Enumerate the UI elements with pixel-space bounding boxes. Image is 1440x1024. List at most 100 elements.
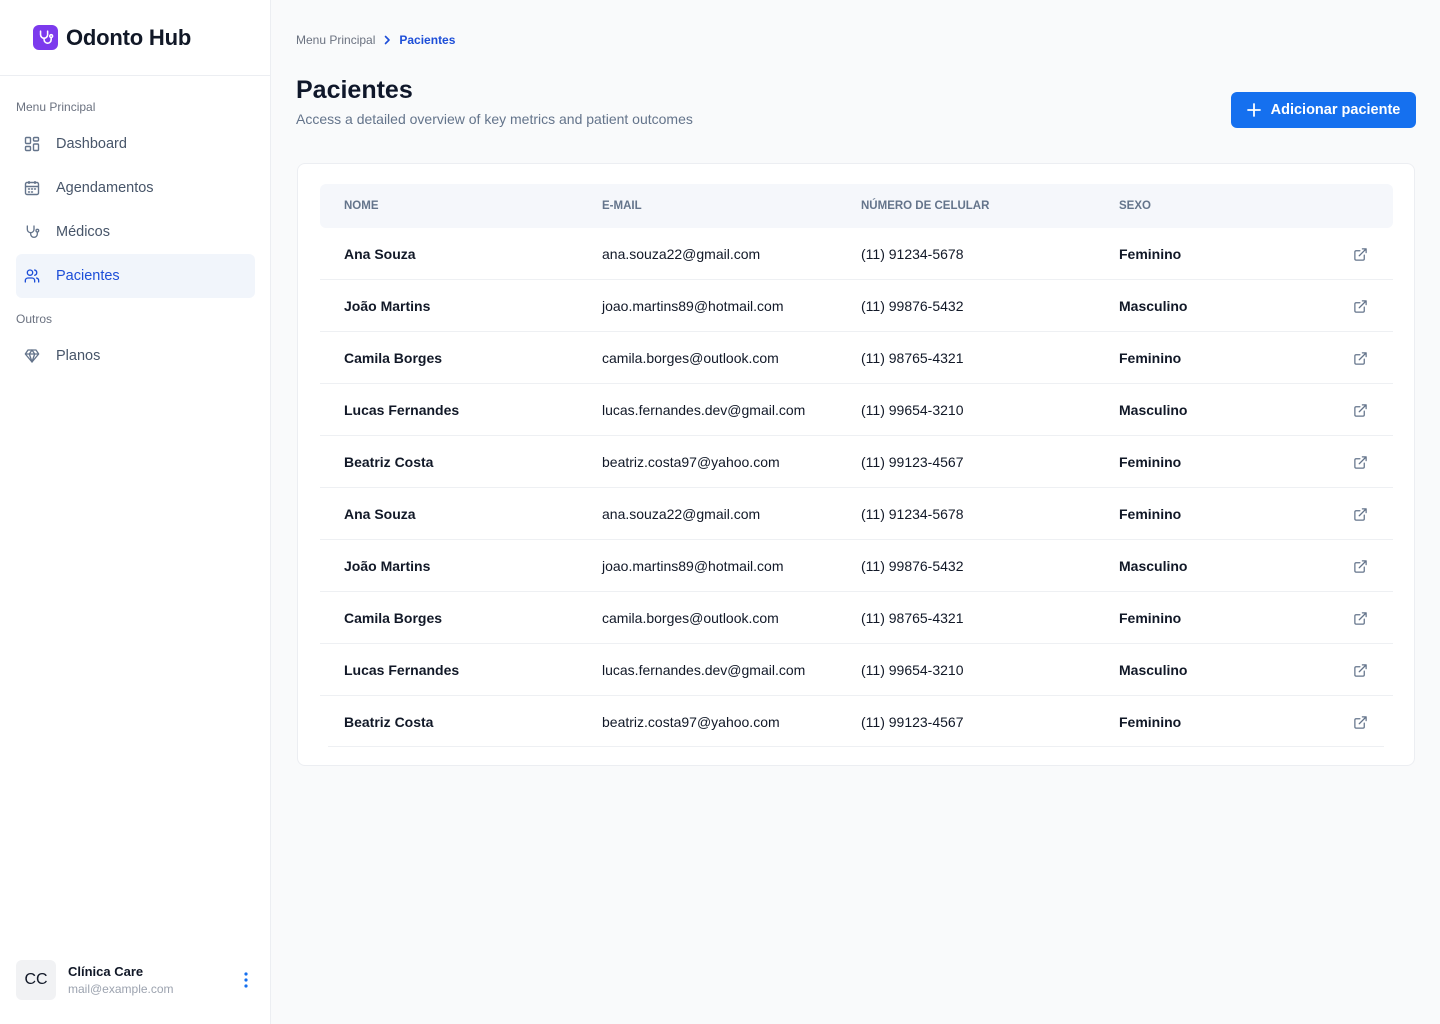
external-link-icon[interactable] [1352, 454, 1368, 470]
external-link-icon[interactable] [1352, 506, 1368, 522]
more-vertical-icon[interactable] [236, 970, 256, 990]
patient-phone-cell: (11) 98765-4321 [861, 610, 964, 626]
sidebar-item-label: Dashboard [56, 136, 127, 152]
patient-phone-cell: (11) 99123-4567 [861, 714, 964, 730]
patient-sex-cell: Masculino [1119, 402, 1188, 418]
table-row[interactable]: Beatriz Costa beatriz.costa97@yahoo.com (1… [320, 436, 1393, 488]
patient-email-cell: beatriz.costa97@yahoo.com [602, 714, 780, 730]
breadcrumb-root-link[interactable]: Menu Principal [296, 33, 375, 47]
table-header: NOME E-MAIL NÚMERO DE CELULAR SEXO [320, 184, 1393, 228]
patient-name-cell: Lucas Fernandes [344, 662, 460, 678]
external-link-icon[interactable] [1352, 350, 1368, 366]
patient-phone-cell: (11) 99123-4567 [861, 454, 964, 470]
calendar-icon [24, 180, 40, 196]
table-row[interactable]: Ana Souza ana.souza22@gmail.com (11) 91234… [320, 228, 1393, 280]
column-header-nome[interactable]: NOME [344, 184, 379, 228]
add-patient-button-label: Adicionar paciente [1270, 102, 1401, 118]
user-profile: CC Clínica Care mail@example.com [16, 960, 256, 1000]
nav-section-other-label: Outros [16, 312, 53, 326]
patient-email-cell: ana.souza22@gmail.com [602, 506, 761, 522]
sidebar-item-label: Médicos [56, 224, 110, 240]
patient-phone-cell: (11) 99654-3210 [861, 402, 964, 418]
patient-name-cell: Lucas Fernandes [344, 402, 460, 418]
chevron-right-icon [383, 35, 391, 45]
patient-name-cell: Ana Souza [344, 506, 416, 522]
external-link-icon[interactable] [1352, 402, 1368, 418]
patient-sex-cell: Feminino [1119, 610, 1182, 626]
patient-sex-cell: Feminino [1119, 246, 1182, 262]
patients-table-card: NOME E-MAIL NÚMERO DE CELULAR SEXO Ana S… [297, 163, 1415, 766]
patient-sex-cell: Feminino [1119, 714, 1182, 730]
table-row[interactable]: João Martins joao.martins89@hotmail.com (1… [320, 540, 1393, 592]
patient-name-cell: Camila Borges [344, 610, 443, 626]
table-row[interactable]: Camila Borges camila.borges@outlook.com (1… [320, 332, 1393, 384]
patient-phone-cell: (11) 99876-5432 [861, 298, 964, 314]
table-row[interactable]: Camila Borges camila.borges@outlook.com (1… [320, 592, 1393, 644]
sidebar-item-planos[interactable]: Planos [16, 334, 255, 378]
brand[interactable]: Odonto Hub [0, 0, 270, 76]
patient-email-cell: camila.borges@outlook.com [602, 350, 779, 366]
plus-icon [1246, 103, 1261, 117]
avatar: CC [16, 960, 56, 1000]
sidebar-item-label: Agendamentos [56, 180, 154, 196]
external-link-icon[interactable] [1352, 662, 1368, 678]
external-link-icon[interactable] [1352, 610, 1368, 626]
sidebar-item-dashboard[interactable]: Dashboard [16, 122, 255, 166]
table-row[interactable]: Beatriz Costa beatriz.costa97@yahoo.com (1… [320, 696, 1393, 748]
patient-email-cell: lucas.fernandes.dev@gmail.com [602, 402, 806, 418]
patient-email-cell: camila.borges@outlook.com [602, 610, 779, 626]
column-header-celular[interactable]: NÚMERO DE CELULAR [861, 184, 989, 228]
patient-sex-cell: Feminino [1119, 454, 1182, 470]
nav-section-main-label: Menu Principal [16, 100, 96, 114]
external-link-icon[interactable] [1352, 298, 1368, 314]
table-body: Ana Souza ana.souza22@gmail.com (11) 91234… [320, 228, 1393, 748]
table-row[interactable]: Ana Souza ana.souza22@gmail.com (11) 91234… [320, 488, 1393, 540]
patient-phone-cell: (11) 98765-4321 [861, 350, 964, 366]
patient-sex-cell: Masculino [1119, 662, 1188, 678]
sidebar-item-agendamentos[interactable]: Agendamentos [16, 166, 255, 210]
add-patient-button[interactable]: Adicionar paciente [1231, 92, 1416, 128]
diamond-icon [24, 348, 40, 364]
sidebar-item-medicos[interactable]: Médicos [16, 210, 255, 254]
patient-email-cell: joao.martins89@hotmail.com [602, 558, 784, 574]
stethoscope-logo-icon [33, 25, 58, 50]
patient-phone-cell: (11) 91234-5678 [861, 506, 964, 522]
main-nav: Dashboard Agendamentos Médicos Pacientes [0, 122, 270, 298]
table-row[interactable]: Lucas Fernandes lucas.fernandes.dev@gmail… [320, 384, 1393, 436]
patient-phone-cell: (11) 99876-5432 [861, 558, 964, 574]
sidebar-item-label: Planos [56, 348, 101, 364]
patient-name-cell: Beatriz Costa [344, 454, 434, 470]
patient-sex-cell: Feminino [1119, 506, 1182, 522]
patient-email-cell: lucas.fernandes.dev@gmail.com [602, 662, 806, 678]
patient-name-cell: Camila Borges [344, 350, 443, 366]
external-link-icon[interactable] [1352, 246, 1368, 262]
sidebar-item-pacientes[interactable]: Pacientes [16, 254, 255, 298]
patient-sex-cell: Masculino [1119, 298, 1188, 314]
patient-name-cell: Beatriz Costa [344, 714, 434, 730]
column-header-email[interactable]: E-MAIL [602, 184, 642, 228]
table-divider [328, 746, 1384, 747]
stethoscope-icon [24, 224, 40, 240]
patient-name-cell: João Martins [344, 298, 431, 314]
page-subtitle: Access a detailed overview of key metric… [296, 111, 693, 127]
column-header-sexo[interactable]: SEXO [1119, 184, 1151, 228]
other-nav: Planos [0, 334, 270, 378]
table-row[interactable]: Lucas Fernandes lucas.fernandes.dev@gmail… [320, 644, 1393, 696]
breadcrumb-current: Pacientes [399, 33, 456, 47]
patient-phone-cell: (11) 99654-3210 [861, 662, 964, 678]
external-link-icon[interactable] [1352, 714, 1368, 730]
table-row[interactable]: João Martins joao.martins89@hotmail.com (1… [320, 280, 1393, 332]
patient-email-cell: beatriz.costa97@yahoo.com [602, 454, 780, 470]
profile-name: Clínica Care [68, 964, 144, 979]
profile-email: mail@example.com [68, 982, 174, 996]
patient-sex-cell: Feminino [1119, 350, 1182, 366]
patient-phone-cell: (11) 91234-5678 [861, 246, 964, 262]
patient-name-cell: Ana Souza [344, 246, 416, 262]
page-title: Pacientes [296, 76, 413, 104]
patient-name-cell: João Martins [344, 558, 431, 574]
breadcrumb: Menu Principal Pacientes [296, 33, 455, 47]
patient-sex-cell: Masculino [1119, 558, 1188, 574]
external-link-icon[interactable] [1352, 558, 1368, 574]
sidebar-item-label: Pacientes [56, 268, 120, 284]
patient-email-cell: ana.souza22@gmail.com [602, 246, 761, 262]
